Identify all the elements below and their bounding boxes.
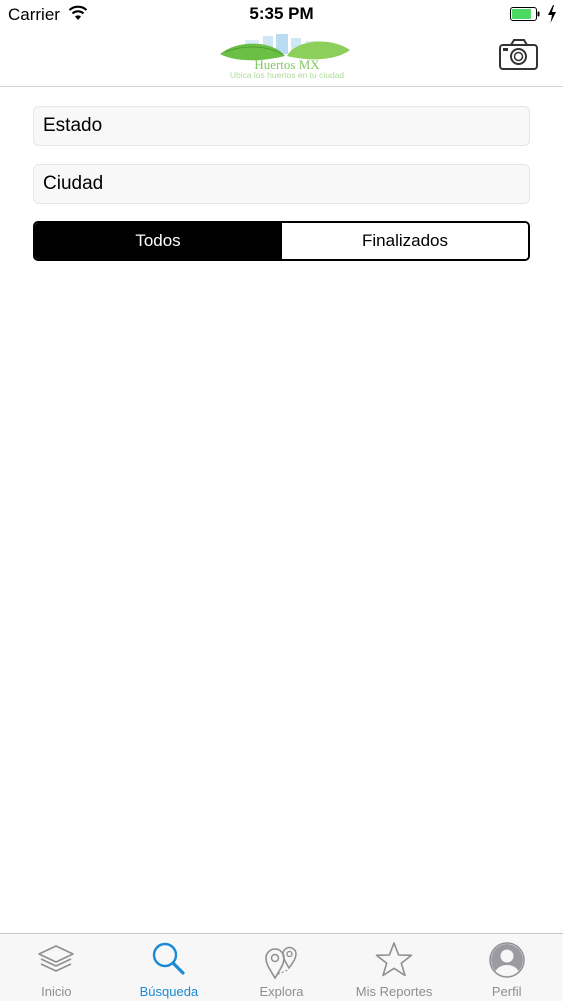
estado-field[interactable] — [34, 107, 529, 145]
charging-bolt-icon — [548, 5, 556, 23]
camera-button[interactable] — [498, 38, 540, 72]
tab-label: Búsqueda — [139, 984, 199, 999]
svg-text:Ubica los huertos en tu ciudad: Ubica los huertos en tu ciudad — [230, 70, 345, 80]
huertos-mx-logo: Huertos MX Ubica los huertos en tu ciuda… — [220, 34, 350, 80]
tab-inicio[interactable]: Inicio — [0, 934, 113, 1001]
star-icon — [375, 942, 413, 977]
tab-label: Perfil — [491, 984, 522, 999]
layers-icon — [38, 945, 75, 972]
map-pins-icon — [265, 946, 298, 980]
person-icon — [488, 942, 525, 978]
estado-field-container — [33, 106, 530, 146]
clock: 5:35 PM — [249, 4, 314, 23]
tab-explora[interactable]: Explora — [225, 934, 338, 1001]
tab-label: Explora — [259, 984, 304, 999]
nav-bar: Huertos MX Ubica los huertos en tu ciuda… — [0, 28, 563, 87]
segment-todos[interactable]: Todos — [35, 223, 281, 259]
ciudad-field-container — [33, 164, 530, 204]
status-bar: Carrier 5:35 PM — [0, 0, 563, 28]
tab-mis-reportes[interactable]: Mis Reportes — [338, 934, 451, 1001]
battery-icon — [510, 7, 540, 21]
status-segmented-control: Todos Finalizados — [33, 221, 530, 261]
search-icon — [152, 942, 185, 975]
segment-finalizados[interactable]: Finalizados — [281, 223, 528, 259]
ciudad-field[interactable] — [34, 165, 529, 203]
tab-bar: Inicio Búsqueda Explora Mis Reportes Per… — [0, 933, 563, 1001]
tab-label: Inicio — [41, 984, 72, 999]
tab-busqueda[interactable]: Búsqueda — [113, 934, 226, 1001]
tab-perfil[interactable]: Perfil — [450, 934, 563, 1001]
camera-icon — [499, 39, 538, 70]
tab-label: Mis Reportes — [355, 984, 433, 999]
